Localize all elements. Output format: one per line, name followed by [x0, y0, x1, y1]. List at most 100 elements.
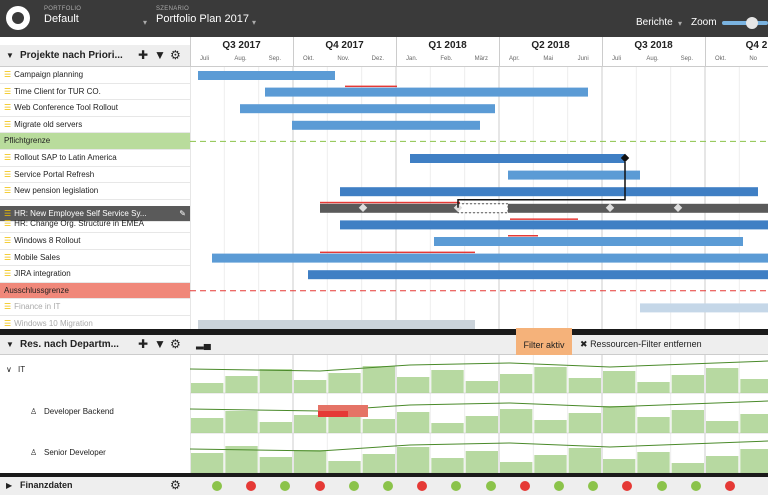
project-row[interactable]: ☰ HR: Change Org. Structure in EMEA	[0, 216, 190, 233]
quarter-label: Q4 2	[745, 40, 768, 51]
finance-panel-title: Finanzdaten	[20, 480, 73, 490]
add-icon[interactable]: ✚	[138, 337, 148, 351]
project-label: Time Client for TUR CO.	[14, 86, 101, 96]
quarter-divider	[396, 37, 397, 67]
gantt-bar	[198, 71, 335, 80]
gantt-bar	[340, 187, 758, 197]
chevron-down-icon[interactable]: ▾	[143, 18, 147, 27]
resources-panel-title: Res. nach Departm...	[20, 339, 119, 350]
drag-handle-icon[interactable]: ☰	[4, 253, 11, 262]
drag-handle-icon[interactable]: ☰	[4, 186, 11, 195]
project-label: Mobile Sales	[14, 252, 60, 262]
project-row[interactable]: ☰ Mobile Sales	[0, 250, 190, 267]
project-row[interactable]: ☰ Migrate old servers	[0, 117, 190, 134]
drag-handle-icon[interactable]: ☰	[4, 219, 11, 228]
capacity-bar	[294, 380, 327, 393]
reports-menu[interactable]: Berichte	[636, 17, 673, 28]
gantt-bar	[320, 203, 768, 213]
month-label: Aug.	[646, 56, 659, 62]
project-row[interactable]: ☰ Web Conference Tool Rollout	[0, 100, 190, 117]
project-row[interactable]: ☰ Finance in IT	[0, 299, 190, 316]
capacity-bar	[259, 369, 292, 393]
drag-handle-icon[interactable]: ☰	[4, 319, 11, 328]
projects-panel-header: ▼ Projekte nach Priori... ✚ ▼ ⚙	[0, 45, 190, 67]
bar-chart-icon[interactable]: ▂▄	[196, 339, 211, 350]
month-label: Juli	[200, 56, 210, 62]
drag-handle-icon[interactable]: ☰	[4, 269, 11, 278]
finance-status-dot	[348, 481, 359, 491]
capacity-bar	[568, 448, 601, 473]
dependency-arrow	[457, 162, 626, 208]
chevron-down-icon[interactable]: ∨	[6, 365, 12, 374]
critical-segment	[320, 201, 460, 204]
app-logo-icon[interactable]	[6, 6, 30, 30]
portfolio-selector[interactable]: PORTFOLIO Default	[44, 6, 81, 25]
capacity-bar	[740, 414, 768, 433]
resource-label: Senior Developer	[44, 448, 106, 457]
capacity-bar	[568, 413, 601, 433]
project-row[interactable]: ☰ Rollout SAP to Latin America	[0, 150, 190, 167]
month-label: März	[474, 56, 488, 62]
gantt-bar	[265, 87, 588, 97]
drag-handle-icon[interactable]: ☰	[4, 87, 11, 96]
capacity-bar	[465, 381, 498, 393]
project-label: Rollout SAP to Latin America	[14, 152, 117, 162]
collapse-icon[interactable]: ▼	[6, 340, 14, 349]
quarter-divider	[705, 37, 706, 67]
project-row[interactable]: ☰ New pension legislation	[0, 183, 190, 200]
resource-label: IT	[18, 365, 26, 374]
drag-handle-icon[interactable]: ☰	[4, 153, 11, 162]
drag-handle-icon[interactable]: ☰	[4, 302, 11, 311]
gantt-bar	[410, 154, 625, 163]
scenario-selector[interactable]: SZENARIO Portfolio Plan 2017	[156, 6, 249, 25]
finance-status-dot	[519, 481, 530, 491]
portfolio-value: Default	[44, 13, 79, 25]
month-label: Jan.	[406, 56, 418, 62]
project-row[interactable]: ☰ Campaign planning	[0, 67, 190, 84]
project-row[interactable]: ☰ Windows 8 Rollout	[0, 233, 190, 250]
drag-handle-icon[interactable]: ☰	[4, 236, 11, 245]
filter-active-badge[interactable]: Filter aktiv	[516, 328, 572, 355]
drag-handle-icon[interactable]: ☰	[4, 70, 11, 79]
drag-handle-icon[interactable]: ☰	[4, 120, 11, 129]
project-row[interactable]: ☰ Service Portal Refresh	[0, 167, 190, 184]
gear-icon[interactable]: ⚙	[170, 337, 181, 351]
capacity-bar	[191, 383, 224, 393]
chevron-down-icon[interactable]: ▾	[678, 19, 682, 28]
critical-segment	[510, 218, 578, 220]
capacity-bar	[534, 367, 567, 393]
gantt-bar	[340, 220, 768, 230]
project-label: Service Portal Refresh	[14, 169, 95, 179]
moved-segment	[457, 203, 509, 214]
project-row[interactable]: Pflichtgrenze	[0, 133, 190, 150]
capacity-bar	[706, 456, 739, 473]
capacity-bar	[603, 406, 636, 433]
finance-status-dot	[383, 481, 393, 491]
zoom-slider[interactable]	[722, 21, 768, 25]
remove-resource-filter-button[interactable]: ✖ Ressourcen-Filter entfernen	[580, 339, 702, 350]
chevron-down-icon[interactable]: ▾	[252, 18, 256, 27]
gear-icon[interactable]: ⚙	[170, 48, 181, 62]
gear-icon[interactable]: ⚙	[170, 478, 181, 492]
zoom-slider-handle[interactable]	[746, 17, 758, 29]
project-row[interactable]: Ausschlussgrenze	[0, 282, 190, 300]
project-label: Campaign planning	[14, 70, 84, 79]
project-row[interactable]: ☰ JIRA integration	[0, 266, 190, 283]
critical-segment	[508, 235, 538, 237]
project-row[interactable]: ☰ Time Client for TUR CO.	[0, 84, 190, 101]
drag-handle-icon[interactable]: ☰	[4, 170, 11, 179]
capacity-bar	[362, 366, 395, 393]
finance-status-dot	[212, 481, 222, 491]
capacity-bar	[500, 374, 533, 393]
expand-icon[interactable]: ▶	[6, 481, 12, 490]
capacity-bar	[500, 462, 533, 473]
drag-handle-icon[interactable]: ☰	[4, 103, 11, 112]
filter-icon[interactable]: ▼	[154, 337, 166, 351]
collapse-icon[interactable]: ▼	[6, 51, 14, 60]
gantt-bar	[508, 170, 640, 180]
add-icon[interactable]: ✚	[138, 48, 148, 62]
quarter-divider	[293, 37, 294, 67]
filter-icon[interactable]: ▼	[154, 48, 166, 62]
quarter-label: Q1 2018	[428, 40, 467, 51]
capacity-bar	[534, 455, 567, 473]
